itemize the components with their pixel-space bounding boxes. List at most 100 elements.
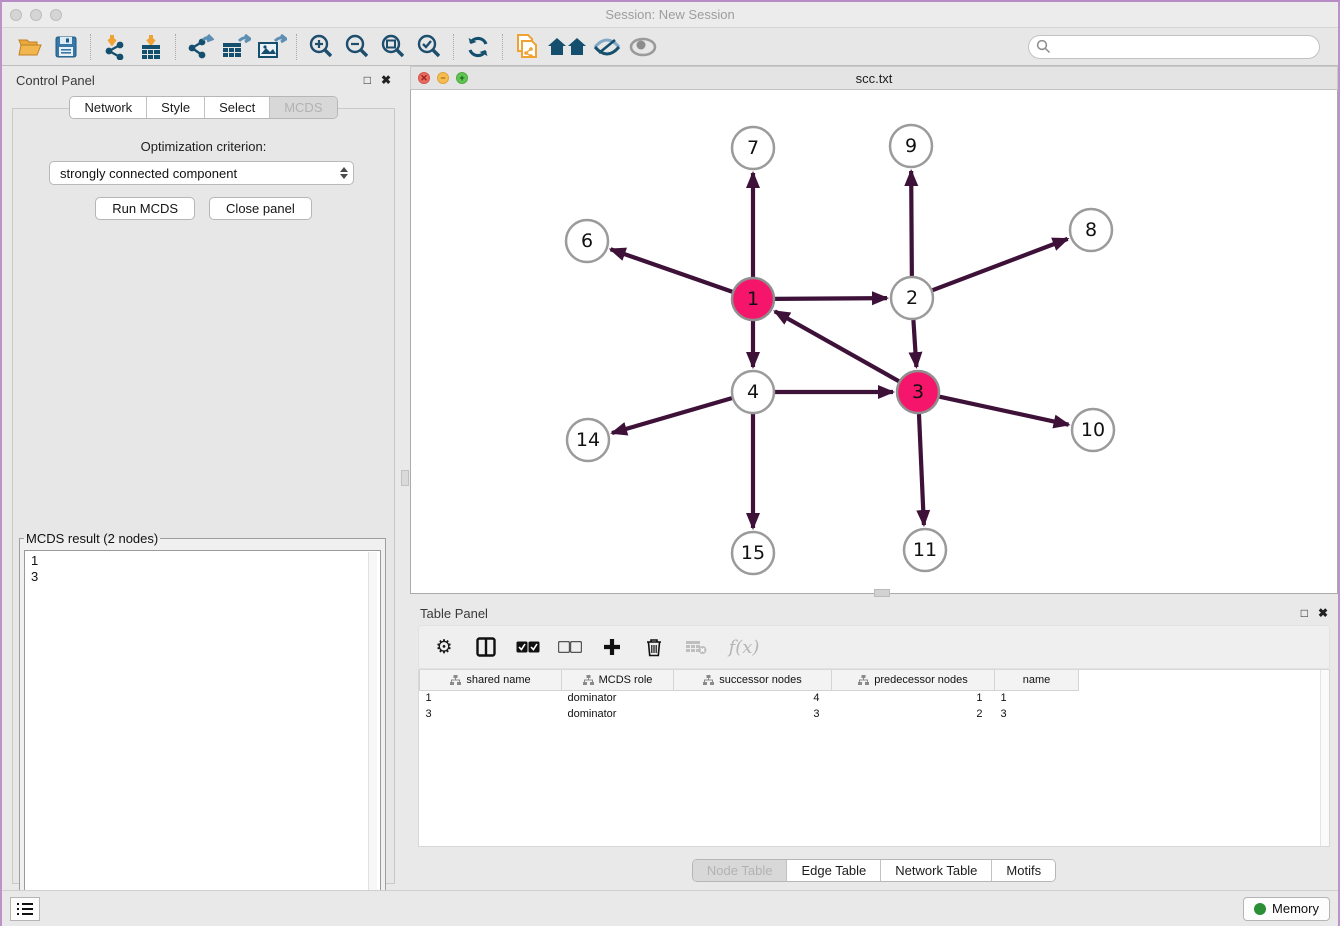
cell-successor-nodes[interactable]: 4 xyxy=(674,690,832,706)
unselect-all-columns-icon[interactable] xyxy=(557,634,583,660)
show-columns-icon[interactable] xyxy=(473,634,499,660)
table-settings-icon[interactable]: ⚙ xyxy=(431,634,457,660)
open-session-icon[interactable] xyxy=(12,31,48,63)
tab-motifs[interactable]: Motifs xyxy=(992,860,1055,881)
zoom-in-icon[interactable] xyxy=(303,31,339,63)
list-icon xyxy=(16,902,34,916)
graph-node-7[interactable]: 7 xyxy=(732,127,774,169)
float-table-panel-icon[interactable]: □ xyxy=(1301,606,1308,620)
cell-MCDS-role[interactable]: dominator xyxy=(562,706,674,722)
clone-network-icon[interactable] xyxy=(509,31,545,63)
graph-node-3[interactable]: 3 xyxy=(897,371,939,413)
cell-successor-nodes[interactable]: 3 xyxy=(674,706,832,722)
close-panel-icon[interactable]: ✖ xyxy=(381,73,391,87)
import-network-icon[interactable] xyxy=(97,31,133,63)
graph-node-4[interactable]: 4 xyxy=(732,371,774,413)
graph-edge-4-14[interactable] xyxy=(612,398,732,433)
graph-edge-1-6[interactable] xyxy=(611,249,733,291)
function-builder-icon[interactable]: f(x) xyxy=(725,634,763,660)
zoom-fit-icon[interactable] xyxy=(375,31,411,63)
graph-node-9[interactable]: 9 xyxy=(890,125,932,167)
zoom-out-icon[interactable] xyxy=(339,31,375,63)
graph-edge-2-3[interactable] xyxy=(913,320,916,367)
control-panel-tabs: NetworkStyleSelectMCDS xyxy=(69,96,337,119)
graph-edge-3-10[interactable] xyxy=(939,397,1068,425)
mcds-result-list[interactable]: 1 3 xyxy=(24,550,381,896)
fx-label: f(x) xyxy=(729,637,760,658)
delete-table-icon[interactable] xyxy=(683,634,709,660)
cell-MCDS-role[interactable]: dominator xyxy=(562,690,674,706)
run-mcds-button[interactable]: Run MCDS xyxy=(95,197,195,220)
network-view-window: ✕ − + scc.txt 7 9 6 8 1 2 4 3 14 10 15 11 xyxy=(410,66,1338,594)
hide-panel-icon[interactable] xyxy=(589,31,625,63)
add-row-icon[interactable] xyxy=(599,634,625,660)
column-header-MCDS-role[interactable]: MCDS role xyxy=(562,670,674,690)
svg-text:6: 6 xyxy=(581,230,593,252)
graph-node-2[interactable]: 2 xyxy=(891,277,933,319)
graph-edge-2-8[interactable] xyxy=(933,239,1068,290)
delete-row-icon[interactable] xyxy=(641,634,667,660)
node-table[interactable]: shared nameMCDS rolesuccessor nodesprede… xyxy=(418,669,1330,847)
search-input[interactable] xyxy=(1028,35,1320,59)
zoom-selected-icon[interactable] xyxy=(411,31,447,63)
export-network-icon[interactable] xyxy=(182,31,218,63)
tab-select[interactable]: Select xyxy=(205,97,270,118)
cell-shared-name[interactable]: 3 xyxy=(420,706,562,722)
attribute-icon xyxy=(703,675,714,685)
graph-node-11[interactable]: 11 xyxy=(904,529,946,571)
float-panel-icon[interactable]: □ xyxy=(364,73,371,87)
export-image-icon[interactable] xyxy=(254,31,290,63)
criterion-select[interactable]: strongly connected component xyxy=(49,161,354,185)
close-panel-button[interactable]: Close panel xyxy=(209,197,312,220)
memory-button[interactable]: Memory xyxy=(1243,897,1330,921)
save-session-icon[interactable] xyxy=(48,31,84,63)
import-table-icon[interactable] xyxy=(133,31,169,63)
graph-node-14[interactable]: 14 xyxy=(567,419,609,461)
network-graph[interactable]: 7 9 6 8 1 2 4 3 14 10 15 11 xyxy=(411,90,1337,592)
select-all-columns-icon[interactable] xyxy=(515,634,541,660)
canvas-splitter-handle[interactable] xyxy=(874,589,890,597)
column-header-successor-nodes[interactable]: successor nodes xyxy=(674,670,832,690)
tab-network[interactable]: Network xyxy=(70,97,147,118)
mcds-result-scrollbar[interactable] xyxy=(368,552,377,894)
table-row: 3dominator323 xyxy=(420,706,1079,722)
export-table-icon[interactable] xyxy=(218,31,254,63)
tab-network-table[interactable]: Network Table xyxy=(881,860,992,881)
close-table-panel-icon[interactable]: ✖ xyxy=(1318,606,1328,620)
control-panel: Control Panel □ ✖ NetworkStyleSelectMCDS… xyxy=(4,66,403,890)
tab-mcds[interactable]: MCDS xyxy=(270,97,336,118)
graph-node-6[interactable]: 6 xyxy=(566,220,608,262)
table-toolbar: ⚙ f(x) xyxy=(418,625,1330,669)
column-header-shared-name[interactable]: shared name xyxy=(420,670,562,690)
graph-node-8[interactable]: 8 xyxy=(1070,209,1112,251)
graph-edge-2-9[interactable] xyxy=(911,171,912,276)
tab-node-table[interactable]: Node Table xyxy=(693,860,788,881)
cell-name[interactable]: 1 xyxy=(995,690,1079,706)
cell-predecessor-nodes[interactable]: 1 xyxy=(832,690,995,706)
task-history-button[interactable] xyxy=(10,897,40,921)
graph-edge-3-11[interactable] xyxy=(919,414,924,525)
table-panel-title: Table Panel xyxy=(420,606,488,621)
refresh-view-icon[interactable] xyxy=(460,31,496,63)
attribute-icon xyxy=(583,675,594,685)
graph-node-1[interactable]: 1 xyxy=(732,278,774,320)
home-layout-icon[interactable] xyxy=(545,31,589,63)
graph-node-15[interactable]: 15 xyxy=(732,532,774,574)
graph-node-10[interactable]: 10 xyxy=(1072,409,1114,451)
graph-edge-1-2[interactable] xyxy=(775,298,887,299)
network-canvas[interactable]: 7 9 6 8 1 2 4 3 14 10 15 11 xyxy=(410,90,1338,594)
cell-name[interactable]: 3 xyxy=(995,706,1079,722)
show-panel-icon[interactable] xyxy=(625,31,661,63)
cell-shared-name[interactable]: 1 xyxy=(420,690,562,706)
network-window-titlebar[interactable]: ✕ − + scc.txt xyxy=(410,66,1338,90)
panel-splitter-handle[interactable] xyxy=(401,470,409,486)
cell-predecessor-nodes[interactable]: 2 xyxy=(832,706,995,722)
table-scrollbar[interactable] xyxy=(1320,670,1329,846)
toolbar-separator xyxy=(175,34,176,60)
tab-edge-table[interactable]: Edge Table xyxy=(787,860,881,881)
svg-text:14: 14 xyxy=(576,429,600,451)
graph-edge-3-1[interactable] xyxy=(775,311,899,381)
tab-style[interactable]: Style xyxy=(147,97,205,118)
column-header-predecessor-nodes[interactable]: predecessor nodes xyxy=(832,670,995,690)
column-header-name[interactable]: name xyxy=(995,670,1079,690)
